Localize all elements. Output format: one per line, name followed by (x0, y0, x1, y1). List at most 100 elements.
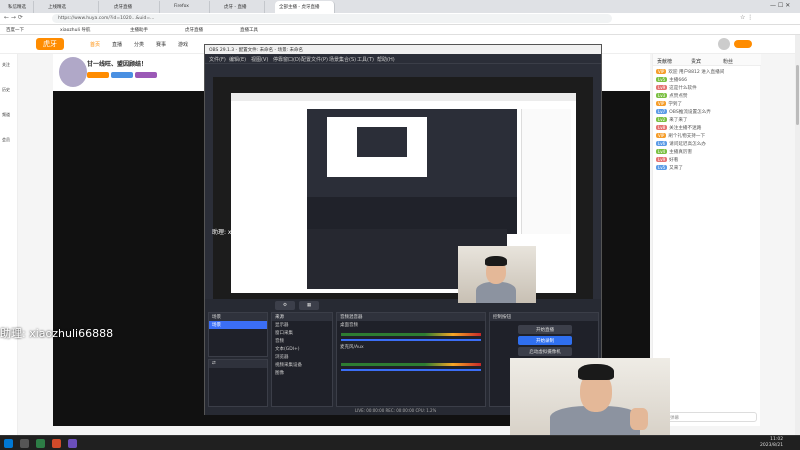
url-input[interactable]: https://www.huya.com/?id=1020...&uid=... (52, 14, 612, 23)
menu-item[interactable]: 视图(V) (251, 56, 268, 63)
source-item[interactable]: 音频 (272, 337, 332, 345)
nested-chat (521, 109, 571, 234)
source-item[interactable]: 文本(GDI+) (272, 345, 332, 353)
chat-list: VIP 欢迎 用户8812 进入直播间 Lv5 主播666 Lv9 这是什么软件 Lv… (653, 68, 761, 172)
nested-preview-deep (357, 127, 407, 157)
address-bar: ← → ⟳ https://www.huya.com/?id=1020...&u… (0, 13, 800, 25)
chat-tab[interactable]: 贵宾 (691, 58, 701, 65)
page-scrollbar[interactable] (795, 35, 800, 435)
scene-item[interactable]: 场景 (209, 321, 267, 329)
nav-item[interactable]: 首页 (90, 41, 100, 48)
captured-browser-bar (231, 93, 576, 101)
menu-item[interactable]: 文件(F) (209, 56, 226, 63)
rail-item[interactable]: 关注 (2, 62, 10, 68)
chat-line: Lv2 来了来了 (656, 117, 688, 123)
webcam-overlay (510, 358, 670, 435)
chat-line: Lv3 点赞点赞 (656, 93, 688, 99)
streamer-avatar[interactable] (59, 57, 87, 87)
chat-line: Lv7 OBS推流设置怎么弄 (656, 109, 711, 115)
rail-item[interactable]: 历史 (2, 87, 10, 93)
rail-item[interactable]: 频道 (2, 112, 10, 118)
audio-mixer-panel: 音频混音器 桌面音频 麦克风/Aux (336, 312, 486, 407)
bookmark-item[interactable]: 直播工具 (240, 27, 258, 33)
menu-item[interactable]: 停靠窗口(D) (273, 56, 301, 63)
app-icon[interactable] (36, 439, 45, 448)
scene-transitions-panel: ⇄ (208, 359, 268, 407)
source-item[interactable]: 图像 (272, 369, 332, 377)
mode-button[interactable]: ▦ (299, 301, 319, 310)
webcam-preview (458, 246, 536, 303)
controls-header: 控制按钮 (490, 313, 598, 321)
obs-preview[interactable] (213, 77, 593, 299)
mode-button[interactable]: ⚙ (275, 301, 295, 310)
panel-header: ⇄ (209, 360, 267, 368)
nav-item[interactable]: 直播 (112, 41, 122, 48)
nested-preview (327, 117, 427, 177)
start-streaming-button[interactable]: 开始直播 (518, 325, 572, 334)
bookmark-item[interactable]: 主播助手 (130, 27, 148, 33)
nav-item[interactable]: 游戏 (178, 41, 188, 48)
browser-icon[interactable] (52, 439, 61, 448)
chat-line: Lv5 主播666 (656, 77, 688, 83)
browser-tab[interactable]: 虎牙 - 直播 (220, 1, 265, 13)
menu-item[interactable]: 编辑(E) (229, 56, 246, 63)
sources-header: 来源 (272, 313, 332, 321)
window-controls-icon[interactable]: — ☐ ✕ (770, 2, 790, 9)
nav-item[interactable]: 赛事 (156, 41, 166, 48)
nested-obs (307, 109, 517, 234)
chat-line: Lv4 主播真厉害 (656, 149, 693, 155)
browser-tab[interactable]: 虎牙直播 (110, 1, 160, 13)
volume-slider[interactable] (341, 339, 481, 341)
obs-menu-bar: 文件(F) 编辑(E) 视图(V) 停靠窗口(D) 配置文件(P) 场景集合(S… (205, 54, 601, 64)
mixer-channel-label: 麦克风/Aux (340, 345, 364, 350)
chat-line: Lv9 这是什么软件 (656, 85, 697, 91)
watermark-small: 助理: xiaozhuli66888 (212, 229, 274, 236)
browser-tab-active[interactable]: 全部主播 - 虎牙直播 (275, 1, 335, 13)
volume-meter (341, 333, 481, 336)
obs-status-bar: LIVE: 00:00:00 REC: 00:00:00 CPU: 1.2% (355, 408, 437, 413)
source-item[interactable]: 浏览器 (272, 353, 332, 361)
virtual-camera-button[interactable]: 启动虚拟摄像机 (518, 347, 572, 356)
search-icon[interactable] (20, 439, 29, 448)
browser-tab[interactable]: 上线精选 (44, 1, 99, 13)
source-item[interactable]: 视频采集设备 (272, 361, 332, 369)
menu-item[interactable]: 场景集合(S) (329, 56, 356, 63)
obs-icon[interactable] (68, 439, 77, 448)
chat-line: VIP 刷个礼物支持一下 (656, 133, 706, 139)
bookmark-item[interactable]: xiaozhuli 导航 (60, 27, 90, 33)
mixer-header: 音频混音器 (337, 313, 485, 321)
menu-item[interactable]: 帮助(H) (377, 56, 395, 63)
browser-tab[interactable]: Firefox (170, 1, 210, 13)
chat-tabs: 贡献榜 贵宾 粉丝 (653, 54, 761, 66)
menu-item[interactable]: 配置文件(P) (301, 56, 328, 63)
channel-title: 甘一线旺、盟因顾结！ (87, 61, 148, 68)
tag-badge (87, 72, 109, 78)
volume-slider[interactable] (341, 369, 481, 371)
bookmark-item[interactable]: 百度一下 (6, 27, 24, 33)
chat-line: Lv5 又来了 (656, 165, 683, 171)
menu-item[interactable]: 工具(T) (357, 56, 374, 63)
scenes-panel: 场景 场景 (208, 312, 268, 357)
chat-tab[interactable]: 粉丝 (723, 58, 733, 65)
chat-input[interactable]: 发送弹幕 (657, 412, 757, 422)
clock[interactable]: 11:02 2023/8/21 (760, 437, 783, 449)
bookmarks-bar: 百度一下 xiaozhuli 导航 主播助手 虎牙直播 直播工具 (0, 25, 800, 35)
chat-line: VIP 欢迎 用户8812 进入直播间 (656, 69, 725, 75)
source-item[interactable]: 窗口采集 (272, 329, 332, 337)
source-item[interactable]: 显示器 (272, 321, 332, 329)
bookmark-item[interactable]: 虎牙直播 (185, 27, 203, 33)
start-icon[interactable] (4, 439, 13, 448)
avatar[interactable] (718, 38, 730, 50)
nav-item[interactable]: 分类 (134, 41, 144, 48)
site-logo[interactable]: 虎牙 (36, 38, 64, 50)
chat-tab[interactable]: 贡献榜 (657, 58, 672, 65)
user-badge[interactable] (734, 40, 752, 48)
chat-line: Lv8 关注主播不迷路 (656, 125, 702, 131)
scenes-header: 场景 (209, 313, 267, 321)
browser-tab[interactable]: 私信精选 (4, 1, 34, 13)
start-recording-button[interactable]: 开始录制 (518, 336, 572, 345)
rail-item[interactable]: 会员 (2, 137, 10, 143)
nav-arrows-icon[interactable]: ← → ⟳ (4, 14, 23, 21)
browser-menu-icon[interactable]: ☆ ⋮ (740, 14, 753, 21)
obs-title-bar: OBS 29.1.3 - 配置文件: 未命名 - 场景: 未命名 (205, 45, 601, 54)
